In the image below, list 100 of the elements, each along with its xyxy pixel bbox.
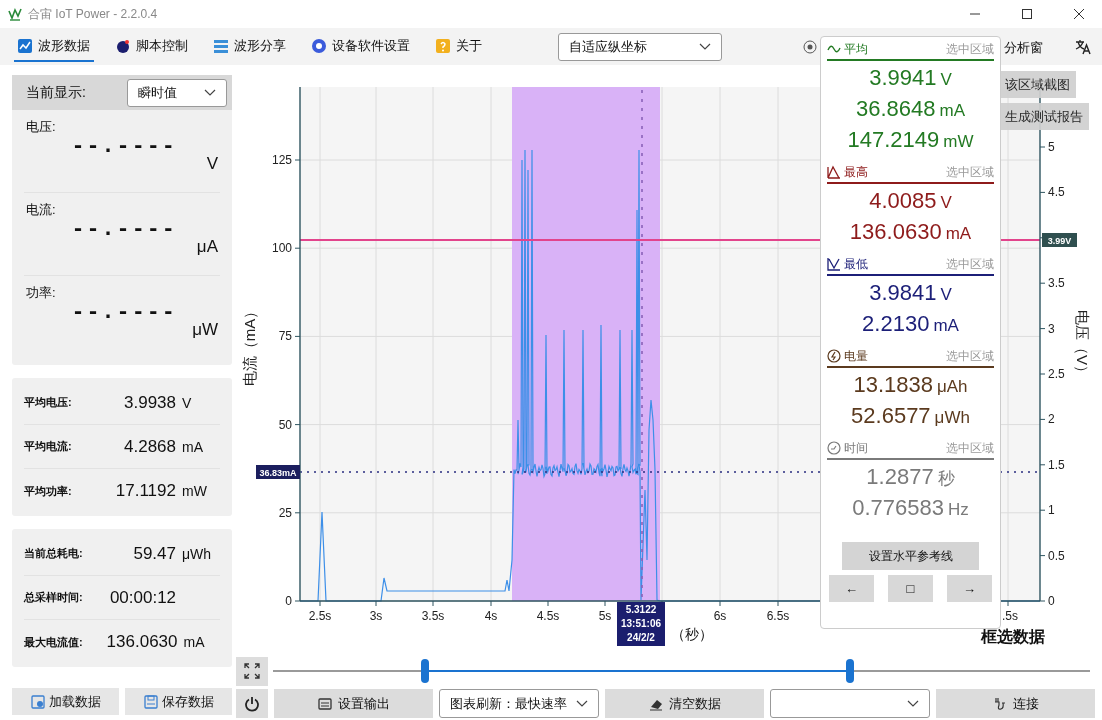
save-button[interactable]: 保存数据 bbox=[125, 688, 232, 715]
stat-unit: μWh bbox=[181, 545, 213, 562]
set-reference-button[interactable]: 设置水平参考线 bbox=[842, 542, 979, 570]
stat-label: 当前总耗电: bbox=[24, 546, 84, 561]
section-scope: 选中区域 bbox=[946, 40, 994, 58]
chevron-down-icon bbox=[204, 89, 216, 96]
tab[interactable]: 波形数据 bbox=[14, 31, 94, 62]
axis-tick-label: 75 bbox=[278, 329, 292, 344]
axis-tick-label: 3s bbox=[369, 609, 383, 623]
fullscreen-button[interactable] bbox=[236, 656, 268, 686]
nav-button[interactable]: → bbox=[947, 575, 992, 602]
stat-value: 52.6577 μWh bbox=[851, 402, 970, 430]
report-button[interactable]: 生成测试报告 bbox=[999, 103, 1089, 130]
stat-value: 136.0630 mA bbox=[849, 218, 972, 246]
section-scope: 选中区域 bbox=[946, 163, 994, 181]
section-title: 平均 bbox=[844, 40, 869, 58]
stat-value: 0.776583 Hz bbox=[852, 494, 969, 522]
peak-icon bbox=[827, 165, 841, 179]
reading-label: 电流: bbox=[26, 201, 56, 219]
value-marker: 36.83mA bbox=[256, 465, 300, 479]
tab[interactable]: 设备软件设置 bbox=[308, 31, 414, 62]
stat-label: 平均电流: bbox=[24, 439, 73, 454]
axis-tick-label: 6.5s bbox=[766, 609, 790, 623]
port-dropdown[interactable] bbox=[770, 689, 930, 718]
cursor-text: 24/2/2 bbox=[627, 631, 655, 645]
toggle-label[interactable]: 分析窗 bbox=[1004, 39, 1043, 57]
axis-tick-label: 2 bbox=[1048, 412, 1055, 427]
tab[interactable]: 波形分享 bbox=[210, 31, 290, 62]
axis-tick-label: 3.5 bbox=[1048, 276, 1065, 291]
app-logo-icon bbox=[8, 7, 22, 21]
axis-tick-label: 0.5 bbox=[1048, 548, 1065, 563]
reading-unit: μW bbox=[192, 320, 218, 340]
clear-button[interactable]: 清空数据 bbox=[605, 689, 764, 718]
power-icon bbox=[244, 695, 260, 712]
stat-value: 17.1192 bbox=[114, 481, 176, 501]
valley-icon bbox=[827, 257, 841, 271]
nav-button[interactable]: ← bbox=[829, 575, 874, 602]
stat-value: 136.0630 bbox=[106, 632, 178, 652]
axis-tick-label: 100 bbox=[271, 241, 292, 256]
axis-tick-label: 3.5s bbox=[421, 609, 445, 623]
reading-value: --.---- bbox=[72, 133, 178, 157]
radio-icon[interactable] bbox=[803, 40, 817, 54]
stat-unit: mA bbox=[182, 634, 206, 650]
reading-value: --.---- bbox=[72, 216, 178, 240]
axis-tick-label: 2.5 bbox=[1048, 367, 1065, 381]
axis-tick-label: 6s bbox=[713, 609, 727, 623]
axis-tick-label: 0 bbox=[1048, 594, 1055, 608]
reading-value: --.---- bbox=[72, 299, 178, 323]
slider-handle[interactable] bbox=[845, 659, 854, 683]
stat-value: 1.2877 秒 bbox=[866, 463, 955, 491]
stat-value: 36.8648 mA bbox=[856, 95, 965, 123]
load-button[interactable]: 加载数据 bbox=[12, 688, 119, 715]
chevron-down-icon bbox=[699, 43, 711, 50]
display-mode-dropdown[interactable]: 瞬时值 bbox=[127, 78, 227, 107]
tab[interactable]: 关于 bbox=[432, 31, 486, 62]
section-scope: 选中区域 bbox=[946, 439, 994, 457]
ball-icon bbox=[116, 38, 130, 53]
stat-unit: mA bbox=[181, 438, 204, 455]
stat-label: 最大电流值: bbox=[24, 634, 84, 650]
reading-label: 电压: bbox=[26, 118, 56, 136]
connect-button[interactable]: 连接 bbox=[936, 689, 1095, 718]
axis-tick-label: 5 bbox=[1048, 140, 1055, 154]
stat-value: 4.2868 bbox=[123, 436, 176, 457]
translate-icon[interactable] bbox=[1075, 39, 1091, 55]
slider-handle[interactable] bbox=[420, 659, 429, 683]
chart-icon bbox=[18, 38, 32, 53]
expand-icon bbox=[244, 663, 260, 679]
stat-value: 13.1838 μAh bbox=[853, 371, 968, 399]
plug-icon bbox=[992, 696, 1007, 711]
axis-tick-label: .5s bbox=[1002, 609, 1018, 623]
reading-unit: μA bbox=[196, 237, 218, 257]
axis-tick-label: 4s bbox=[484, 609, 498, 623]
axis-mode-dropdown[interactable]: 自适应纵坐标 bbox=[558, 32, 722, 61]
display-label: 当前显示: bbox=[26, 83, 86, 102]
power-button[interactable] bbox=[236, 689, 268, 718]
value-marker: 3.99V bbox=[1042, 233, 1077, 247]
section-title: 电量 bbox=[844, 347, 869, 365]
reading-unit: V bbox=[206, 154, 218, 174]
tab[interactable]: 脚本控制 bbox=[112, 31, 192, 62]
refresh-rate-dropdown[interactable]: 图表刷新：最快速率 bbox=[439, 689, 599, 718]
selection-caption: 框选数据 bbox=[981, 627, 1045, 647]
output-button[interactable]: 设置输出 bbox=[274, 689, 433, 718]
nav-button[interactable]: □ bbox=[888, 575, 933, 602]
axis-tick-label: 1.5 bbox=[1048, 457, 1065, 472]
lightning-icon bbox=[827, 349, 841, 363]
panel-icon bbox=[317, 696, 332, 711]
axis-tick-label: 50 bbox=[278, 417, 292, 432]
cursor-text: 5.3122 bbox=[625, 603, 657, 617]
save-icon bbox=[143, 694, 158, 709]
screenshot-button[interactable]: 该区域截图 bbox=[999, 71, 1076, 98]
stat-label: 平均电压: bbox=[24, 395, 73, 410]
stack-icon bbox=[214, 38, 228, 53]
section-scope: 选中区域 bbox=[946, 255, 994, 273]
reading-label: 功率: bbox=[26, 284, 56, 302]
range-slider[interactable] bbox=[273, 659, 1090, 683]
close-icon[interactable] bbox=[1074, 9, 1084, 19]
stat-value: 2.2130 mA bbox=[862, 310, 959, 338]
maximize-icon[interactable] bbox=[1022, 9, 1032, 19]
axis-title: （秒） bbox=[671, 626, 713, 644]
axis-title: 电压（V） bbox=[1074, 310, 1091, 380]
